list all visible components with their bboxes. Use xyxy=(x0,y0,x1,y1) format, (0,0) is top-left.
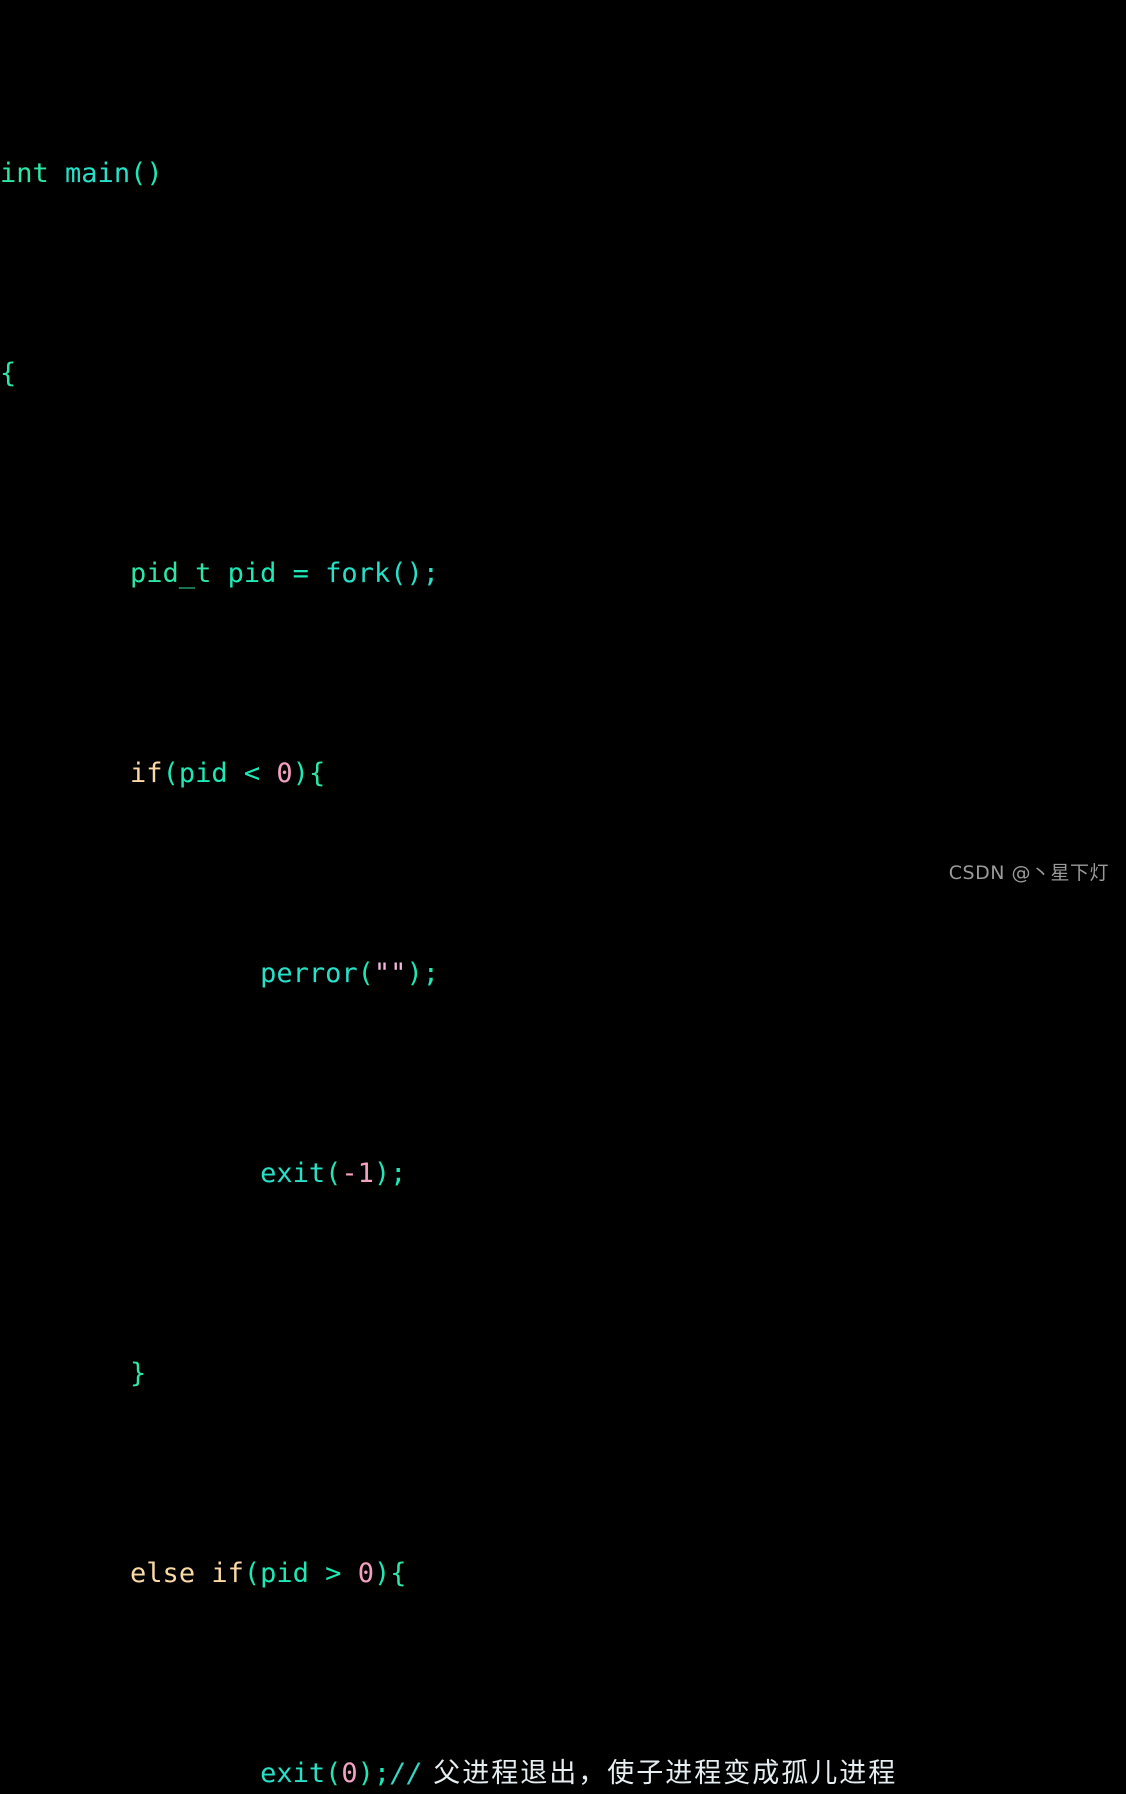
code-line-7: } xyxy=(0,1354,1126,1394)
comment-slashes: // xyxy=(390,1758,423,1789)
comment-text-parent-exit: 父进程退出，使子进程变成孤儿进程 xyxy=(422,1758,898,1789)
paren-close: ) xyxy=(373,1158,391,1189)
paren-close: ) xyxy=(373,1558,391,1589)
paren-open: ( xyxy=(130,158,147,189)
brace-close: } xyxy=(130,1358,147,1389)
code-line-8: else if(pid > 0){ xyxy=(0,1554,1126,1594)
var-pid: pid xyxy=(260,1558,309,1589)
call-fork: fork(); xyxy=(325,558,439,589)
operator-lt: < xyxy=(243,758,261,789)
paren-open: ( xyxy=(243,1558,261,1589)
keyword-int: int xyxy=(0,158,49,189)
code-line-9: exit(0);// 父进程退出，使子进程变成孤儿进程 xyxy=(0,1754,1126,1794)
brace-open-main: { xyxy=(0,358,17,389)
call-exit: exit xyxy=(260,1758,326,1789)
code-line-3: pid_t pid = fork(); xyxy=(0,554,1126,594)
paren-close: ) xyxy=(146,158,163,189)
csdn-watermark: CSDN @丶星下灯 xyxy=(948,862,1109,884)
paren-close: ) xyxy=(292,758,309,789)
paren-close: ) xyxy=(357,1758,374,1789)
paren-open: ( xyxy=(357,958,374,989)
code-line-1: int main() xyxy=(0,154,1126,194)
string-quote: " xyxy=(373,958,391,989)
var-pid: pid xyxy=(227,558,277,589)
code-line-4: if(pid < 0){ xyxy=(0,754,1126,794)
code-line-5: perror(""); xyxy=(0,954,1126,994)
code-line-2: { xyxy=(0,354,1126,394)
brace-open: { xyxy=(390,1558,407,1589)
number-zero: 0 xyxy=(341,1758,358,1789)
code-block: int main() { pid_t pid = fork(); if(pid … xyxy=(0,0,1126,1794)
code-editor-surface: int main() { pid_t pid = fork(); if(pid … xyxy=(0,0,1126,1789)
keyword-if: if xyxy=(211,1558,244,1589)
string-quote: " xyxy=(390,958,407,989)
call-perror: perror xyxy=(260,958,358,989)
number-minus-one: -1 xyxy=(341,1158,374,1189)
semicolon: ; xyxy=(373,1758,391,1789)
type-pid-t: pid_t xyxy=(130,558,212,589)
keyword-if: if xyxy=(130,758,163,789)
operator-gt: > xyxy=(325,1558,342,1589)
number-zero: 0 xyxy=(357,1558,374,1589)
paren-open: ( xyxy=(325,1158,342,1189)
code-line-6: exit(-1); xyxy=(0,1154,1126,1194)
brace-open: { xyxy=(308,758,326,789)
paren-close: ) xyxy=(406,958,423,989)
keyword-else: else xyxy=(130,1558,196,1589)
paren-open: ( xyxy=(162,758,179,789)
var-pid: pid xyxy=(178,758,228,789)
semicolon: ; xyxy=(390,1158,407,1189)
call-exit: exit xyxy=(260,1158,326,1189)
number-zero: 0 xyxy=(276,758,293,789)
paren-open: ( xyxy=(325,1758,342,1789)
operator-assign: = xyxy=(292,558,309,589)
function-main: main xyxy=(65,158,131,189)
semicolon: ; xyxy=(422,958,439,989)
